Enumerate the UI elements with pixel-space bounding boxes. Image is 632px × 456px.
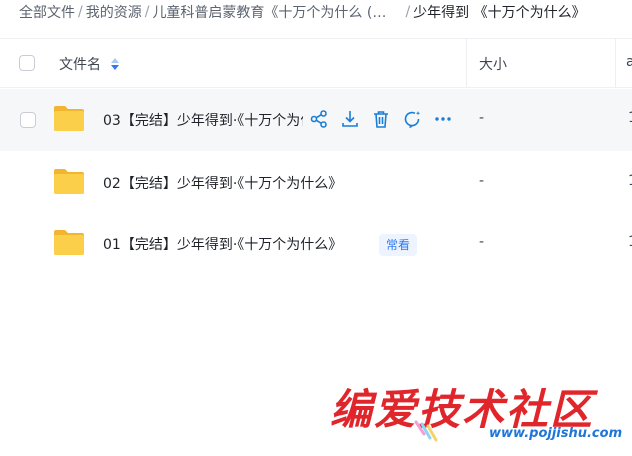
table-row[interactable]: 02【完结】少年得到·《十万个为什么》 - 1 [0,152,632,214]
sync-icon[interactable] [402,109,422,129]
select-all-checkbox[interactable] [19,55,35,71]
folder-icon [54,169,84,194]
share-icon[interactable] [309,109,329,129]
row-edge-value: 1 [628,234,632,250]
more-icon[interactable] [433,109,453,129]
breadcrumb-item-my-resources[interactable]: 我的资源 [86,2,142,22]
breadcrumb-separator: / [405,4,411,20]
delete-icon[interactable] [371,109,391,129]
file-name[interactable]: 03【完结】少年得到·《十万个为什么》 [103,110,303,130]
breadcrumb: 全部文件 / 我的资源 / 儿童科普启蒙教育《十万个为什么 (多媒体版)》 / … [0,0,632,24]
file-table-header: 文件名 大小 a [0,38,632,88]
row-actions [309,109,453,129]
file-size: - [479,234,485,250]
row-edge-value: 1 [628,110,632,126]
file-name[interactable]: 02【完结】少年得到·《十万个为什么》 [103,173,342,193]
breadcrumb-separator: / [144,4,150,20]
breadcrumb-item-all-files[interactable]: 全部文件 [19,2,75,22]
breadcrumb-separator: / [78,4,83,20]
row-edge-value: 1 [628,173,632,189]
sparkle-icon [414,420,438,442]
column-divider[interactable] [466,39,467,87]
column-header-next[interactable]: a [626,54,632,70]
column-header-name[interactable]: 文件名 [59,54,120,74]
watermark-url: www.pojjishu.com [489,426,623,441]
breadcrumb-item-parent-folder[interactable]: 儿童科普启蒙教育《十万个为什么 (多媒体版)》 [152,2,388,22]
table-row[interactable]: 01【完结】少年得到·《十万个为什么》 - 1 [0,213,632,275]
download-icon[interactable] [340,109,360,129]
folder-icon [54,230,84,255]
sort-icon[interactable] [110,56,120,72]
breadcrumb-current: 少年得到 《十万个为什么》 [413,5,586,21]
table-row[interactable]: 03【完结】少年得到·《十万个为什么》 - 1 [0,89,632,151]
file-name[interactable]: 01【完结】少年得到·《十万个为什么》 [103,234,342,254]
folder-icon [54,106,84,131]
file-size: - [479,110,485,126]
column-header-size[interactable]: 大小 [479,54,507,74]
column-divider[interactable] [615,39,616,87]
frequent-badge: 常看 [379,234,417,256]
column-header-name-label: 文件名 [59,57,101,73]
file-size: - [479,173,485,189]
row-checkbox[interactable] [20,112,36,128]
